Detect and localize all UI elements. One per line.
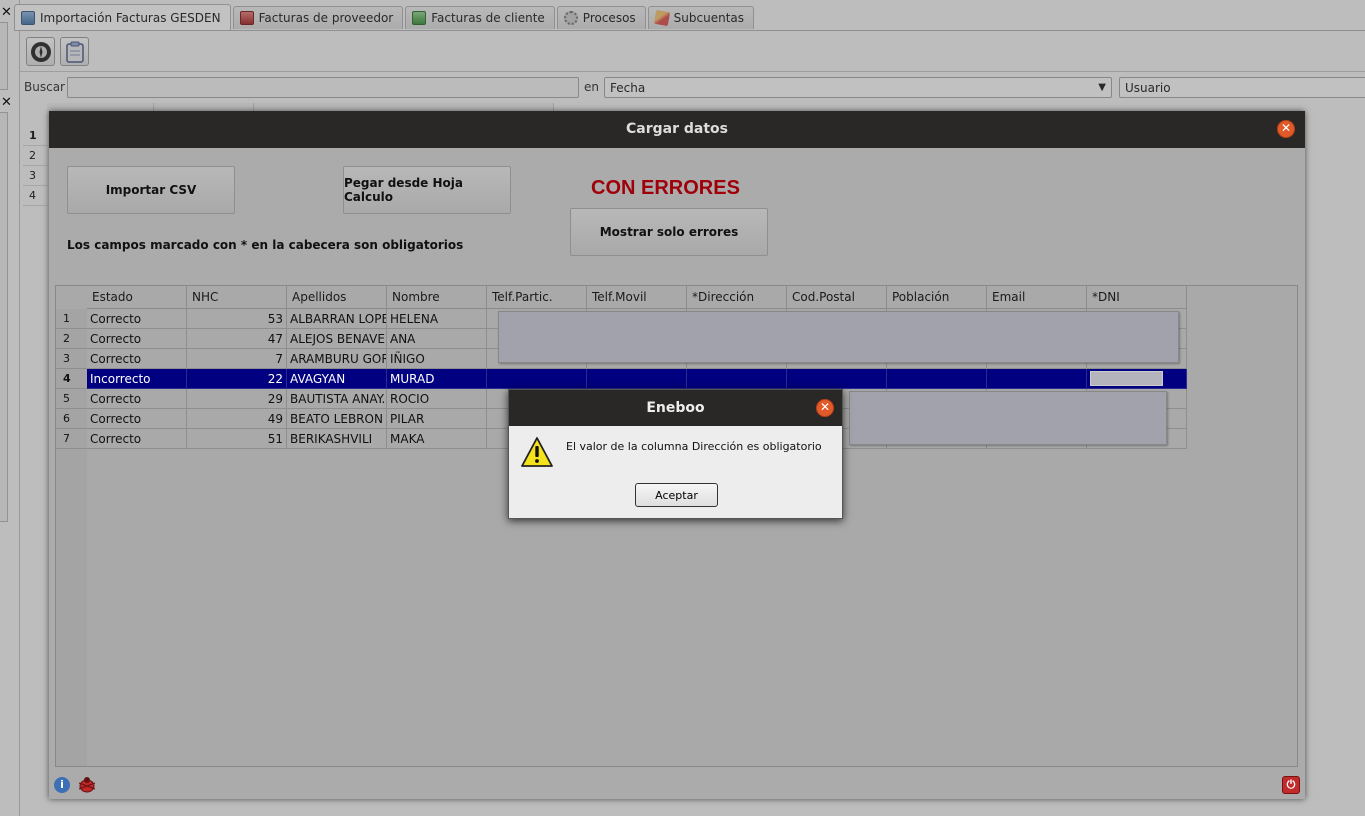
row-number[interactable]: 6: [56, 409, 87, 429]
cell-dni[interactable]: [1087, 369, 1187, 389]
cell-apellidos[interactable]: ARAMBURU GOR: [287, 349, 387, 369]
column-header[interactable]: Email: [987, 286, 1087, 309]
cell-nombre[interactable]: ANA: [387, 329, 487, 349]
bug-report-icon[interactable]: [77, 775, 97, 795]
cell-nhc[interactable]: 53: [187, 309, 287, 329]
cell-nhc[interactable]: 51: [187, 429, 287, 449]
row-number[interactable]: 1: [56, 309, 87, 329]
cell-telf-partic[interactable]: [487, 369, 587, 389]
cell-nhc[interactable]: 49: [187, 409, 287, 429]
table-header: Estado NHC Apellidos Nombre Telf.Partic.…: [87, 286, 1187, 309]
cell-apellidos[interactable]: ALEJOS BENAVEI: [287, 329, 387, 349]
power-icon[interactable]: ⏻: [1282, 776, 1300, 794]
cell-apellidos[interactable]: BEATO LEBRON: [287, 409, 387, 429]
popup-ghost: [498, 311, 1179, 363]
cell-email[interactable]: [987, 369, 1087, 389]
column-header[interactable]: Telf.Partic.: [487, 286, 587, 309]
cell-estado[interactable]: Correcto: [87, 429, 187, 449]
cell-nombre[interactable]: IÑIGO: [387, 349, 487, 369]
column-header[interactable]: Apellidos: [287, 286, 387, 309]
cell-nombre[interactable]: HELENA: [387, 309, 487, 329]
cell-telf-movil[interactable]: [587, 369, 687, 389]
cell-estado[interactable]: Correcto: [87, 349, 187, 369]
cell-estado[interactable]: Correcto: [87, 389, 187, 409]
cell-apellidos[interactable]: ALBARRAN LOPE: [287, 309, 387, 329]
column-header[interactable]: Estado: [87, 286, 187, 309]
cell-estado[interactable]: Incorrecto: [87, 369, 187, 389]
info-icon[interactable]: i: [54, 777, 70, 793]
message-text: El valor de la columna Dirección es obli…: [566, 440, 822, 453]
popup-ghost: [849, 391, 1167, 445]
cell-estado[interactable]: Correcto: [87, 409, 187, 429]
accept-button[interactable]: Aceptar: [635, 483, 718, 507]
cell-estado[interactable]: Correcto: [87, 329, 187, 349]
cell-nombre[interactable]: MAKA: [387, 429, 487, 449]
close-icon: ✕: [1280, 121, 1292, 135]
message-box-close-button[interactable]: ✕: [816, 399, 834, 417]
cell-nhc[interactable]: 7: [187, 349, 287, 369]
required-fields-note: Los campos marcado con * en la cabecera …: [67, 238, 464, 252]
paste-spreadsheet-button[interactable]: Pegar desde Hoja Calculo: [343, 166, 511, 214]
cell-direccion[interactable]: [687, 369, 787, 389]
cell-cod-postal[interactable]: [787, 369, 887, 389]
import-data-table: Estado NHC Apellidos Nombre Telf.Partic.…: [55, 285, 1298, 767]
cell-nhc[interactable]: 22: [187, 369, 287, 389]
dialog-close-button[interactable]: ✕: [1277, 120, 1295, 138]
cell-apellidos[interactable]: AVAGYAN: [287, 369, 387, 389]
cell-nombre[interactable]: MURAD: [387, 369, 487, 389]
column-header[interactable]: Cod.Postal: [787, 286, 887, 309]
column-header[interactable]: Telf.Movil: [587, 286, 687, 309]
error-message-box: Eneboo ✕ El valor de la columna Direcció…: [508, 389, 843, 519]
show-only-errors-button[interactable]: Mostrar solo errores: [570, 208, 768, 256]
message-box-title: Eneboo: [509, 390, 842, 426]
row-number[interactable]: 3: [56, 349, 87, 369]
cell-nhc[interactable]: 47: [187, 329, 287, 349]
warning-icon: [521, 437, 553, 467]
table-row-selected[interactable]: Incorrecto 22 AVAGYAN MURAD: [87, 369, 1187, 389]
import-csv-button[interactable]: Importar CSV: [67, 166, 235, 214]
dialog-title: Cargar datos: [49, 111, 1305, 148]
cell-apellidos[interactable]: BAUTISTA ANAY.: [287, 389, 387, 409]
row-number[interactable]: 2: [56, 329, 87, 349]
import-status-title: CON ERRORES: [591, 177, 740, 199]
column-header[interactable]: *DNI: [1087, 286, 1187, 309]
row-number[interactable]: 5: [56, 389, 87, 409]
column-header[interactable]: NHC: [187, 286, 287, 309]
close-icon: ✕: [819, 400, 831, 414]
column-header[interactable]: *Dirección: [687, 286, 787, 309]
row-number[interactable]: 4: [56, 369, 87, 389]
row-number[interactable]: 7: [56, 429, 87, 449]
cell-nombre[interactable]: ROCIO: [387, 389, 487, 409]
column-header[interactable]: Nombre: [387, 286, 487, 309]
cell-poblacion[interactable]: [887, 369, 987, 389]
cell-nhc[interactable]: 29: [187, 389, 287, 409]
cell-estado[interactable]: Correcto: [87, 309, 187, 329]
dni-cell-editor[interactable]: [1090, 371, 1163, 386]
cell-apellidos[interactable]: BERIKASHVILI: [287, 429, 387, 449]
cell-nombre[interactable]: PILAR: [387, 409, 487, 429]
column-header[interactable]: Población: [887, 286, 987, 309]
